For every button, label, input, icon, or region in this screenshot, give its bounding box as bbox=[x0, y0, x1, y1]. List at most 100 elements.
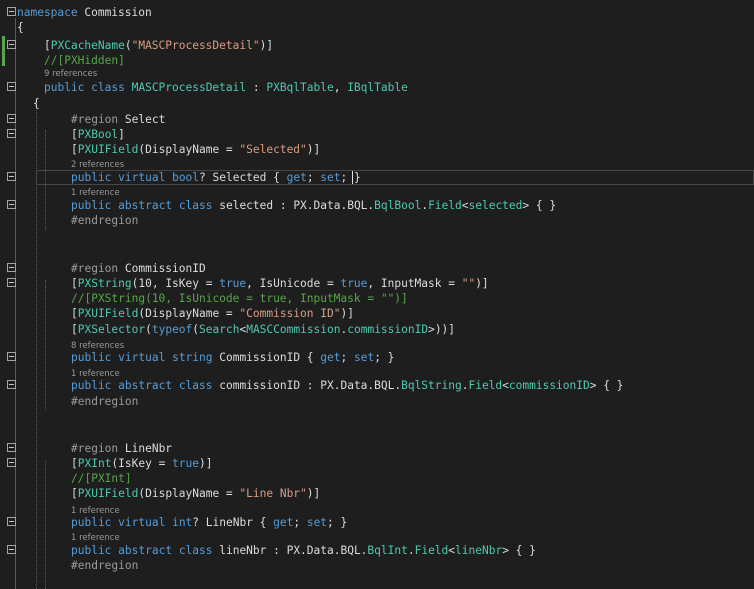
code-line[interactable]: public class MASCProcessDetail : PXBqlTa… bbox=[0, 80, 754, 95]
code-token: ( bbox=[124, 39, 132, 52]
code-token: PXSelector bbox=[77, 323, 146, 336]
codelens-references-link[interactable]: 2 references bbox=[71, 160, 124, 171]
code-line[interactable]: #endregion bbox=[0, 394, 754, 409]
code-line[interactable]: [PXString(10, IsKey = true, IsUnicode = … bbox=[0, 276, 754, 291]
code-token: "Line Nbr" bbox=[239, 487, 307, 500]
code-text: public abstract class lineNbr : PX.Data.… bbox=[71, 543, 536, 558]
collapse-toggle-icon[interactable] bbox=[7, 458, 16, 467]
code-token: lineNbr bbox=[455, 544, 503, 557]
code-token: >))] bbox=[428, 323, 456, 336]
code-token: [ bbox=[44, 39, 51, 52]
code-line[interactable]: [PXUIField(DisplayName = "Line Nbr")] bbox=[0, 486, 754, 501]
code-text: [PXBool] bbox=[71, 127, 125, 142]
code-line[interactable]: { bbox=[0, 20, 754, 35]
collapse-toggle-icon[interactable] bbox=[7, 40, 16, 49]
code-line[interactable]: [PXBool] bbox=[0, 127, 754, 142]
code-line[interactable]: #endregion bbox=[0, 558, 754, 573]
code-token: public bbox=[71, 544, 112, 557]
code-token: PXInt bbox=[77, 457, 112, 470]
code-line[interactable]: public virtual int? LineNbr { get; set; … bbox=[0, 515, 754, 530]
code-token: [ bbox=[71, 277, 78, 290]
code-line[interactable]: [PXUIField(DisplayName = "Selected")] bbox=[0, 142, 754, 157]
code-token: set bbox=[320, 171, 341, 184]
code-token: public bbox=[71, 516, 112, 529]
code-text: public virtual string CommissionID { get… bbox=[71, 350, 394, 365]
code-text: [PXUIField(DisplayName = "Selected")] bbox=[71, 142, 320, 157]
code-line[interactable]: public virtual string CommissionID { get… bbox=[0, 350, 754, 365]
collapse-toggle-icon[interactable] bbox=[7, 82, 16, 91]
code-line[interactable]: public virtual bool? Selected { get; set… bbox=[0, 170, 754, 185]
code-line[interactable]: #endregion bbox=[0, 213, 754, 228]
code-token: true bbox=[219, 277, 247, 290]
code-token: //[PXHidden] bbox=[44, 54, 125, 67]
code-token: { bbox=[33, 97, 40, 110]
code-line[interactable]: namespace Commission bbox=[0, 5, 754, 20]
code-line[interactable]: [PXInt(IsKey = true)] bbox=[0, 456, 754, 471]
code-token: > { } bbox=[589, 379, 624, 392]
code-line[interactable]: //[PXHidden] bbox=[0, 53, 754, 68]
code-token: Search bbox=[199, 323, 240, 336]
collapse-toggle-icon[interactable] bbox=[7, 278, 16, 287]
collapse-toggle-icon[interactable] bbox=[7, 545, 16, 554]
code-token: public bbox=[71, 379, 112, 392]
codelens-references-link[interactable]: 9 references bbox=[44, 69, 97, 80]
code-line[interactable]: //[PXInt] bbox=[0, 471, 754, 486]
collapse-toggle-icon[interactable] bbox=[7, 200, 16, 209]
collapse-toggle-icon[interactable] bbox=[7, 172, 16, 181]
code-token: BqlBool bbox=[374, 199, 422, 212]
code-token: "" bbox=[461, 277, 476, 290]
code-token: typeof bbox=[151, 323, 193, 336]
code-token: MASCProcessDetail bbox=[131, 81, 247, 94]
code-token: ? Selected { bbox=[199, 171, 287, 184]
code-line[interactable]: public abstract class selected : PX.Data… bbox=[0, 198, 754, 213]
codelens-references-link[interactable]: 1 reference bbox=[71, 369, 120, 380]
code-line[interactable]: [PXCacheName("MASCProcessDetail")] bbox=[0, 38, 754, 53]
code-line[interactable]: [PXSelector(typeof(Search<MASCCommission… bbox=[0, 322, 754, 337]
code-token: virtual bbox=[118, 516, 166, 529]
collapse-toggle-icon[interactable] bbox=[7, 443, 16, 452]
code-token: > { } bbox=[502, 544, 536, 557]
collapse-toggle-icon[interactable] bbox=[7, 129, 16, 138]
code-text: #region LineNbr bbox=[71, 441, 172, 456]
code-token: #region bbox=[71, 262, 119, 275]
collapse-toggle-icon[interactable] bbox=[7, 380, 16, 389]
code-token: true bbox=[172, 457, 200, 470]
code-token: commissionID bbox=[347, 323, 429, 336]
code-token: public bbox=[44, 81, 85, 94]
code-editor[interactable]: namespace Commission{[PXCacheName("MASCP… bbox=[0, 0, 754, 589]
code-line[interactable]: //[PXString(10, IsUnicode = true, InputM… bbox=[0, 291, 754, 306]
code-token: (10, IsKey = bbox=[131, 277, 220, 290]
code-token: < bbox=[502, 379, 509, 392]
codelens-references-link[interactable]: 1 reference bbox=[71, 506, 120, 517]
code-line[interactable]: #region CommissionID bbox=[0, 261, 754, 276]
code-token: int bbox=[172, 516, 193, 529]
collapse-toggle-icon[interactable] bbox=[7, 263, 16, 272]
codelens-references-link[interactable]: 1 reference bbox=[71, 533, 120, 544]
collapse-toggle-icon[interactable] bbox=[7, 114, 16, 123]
code-token: //[PXString(10, IsUnicode = true, InputM… bbox=[71, 292, 408, 305]
code-line[interactable]: { bbox=[0, 96, 754, 111]
code-token: public bbox=[71, 351, 112, 364]
codelens-references-link[interactable]: 1 reference bbox=[71, 188, 120, 199]
code-line[interactable]: public abstract class lineNbr : PX.Data.… bbox=[0, 543, 754, 558]
code-token: CommissionID bbox=[118, 262, 206, 275]
codelens-references-link[interactable]: 8 references bbox=[71, 341, 124, 352]
code-text: public virtual int? LineNbr { get; set; … bbox=[71, 515, 347, 530]
code-token: )] bbox=[306, 143, 321, 156]
code-token: ; bbox=[293, 516, 307, 529]
collapse-toggle-icon[interactable] bbox=[7, 517, 16, 526]
code-token: ; bbox=[340, 351, 354, 364]
code-line[interactable]: #region LineNbr bbox=[0, 441, 754, 456]
code-line[interactable]: [PXUIField(DisplayName = "Commission ID"… bbox=[0, 306, 754, 321]
code-token: ; bbox=[306, 171, 321, 184]
code-token: ] bbox=[118, 128, 125, 141]
code-token: : bbox=[246, 81, 267, 94]
collapse-toggle-icon[interactable] bbox=[7, 7, 16, 16]
code-token: LineNbr bbox=[118, 442, 173, 455]
code-line[interactable]: public abstract class commissionID : PX.… bbox=[0, 378, 754, 393]
code-line[interactable]: #region Select bbox=[0, 112, 754, 127]
collapse-toggle-icon[interactable] bbox=[7, 352, 16, 361]
code-token: )] bbox=[306, 487, 321, 500]
